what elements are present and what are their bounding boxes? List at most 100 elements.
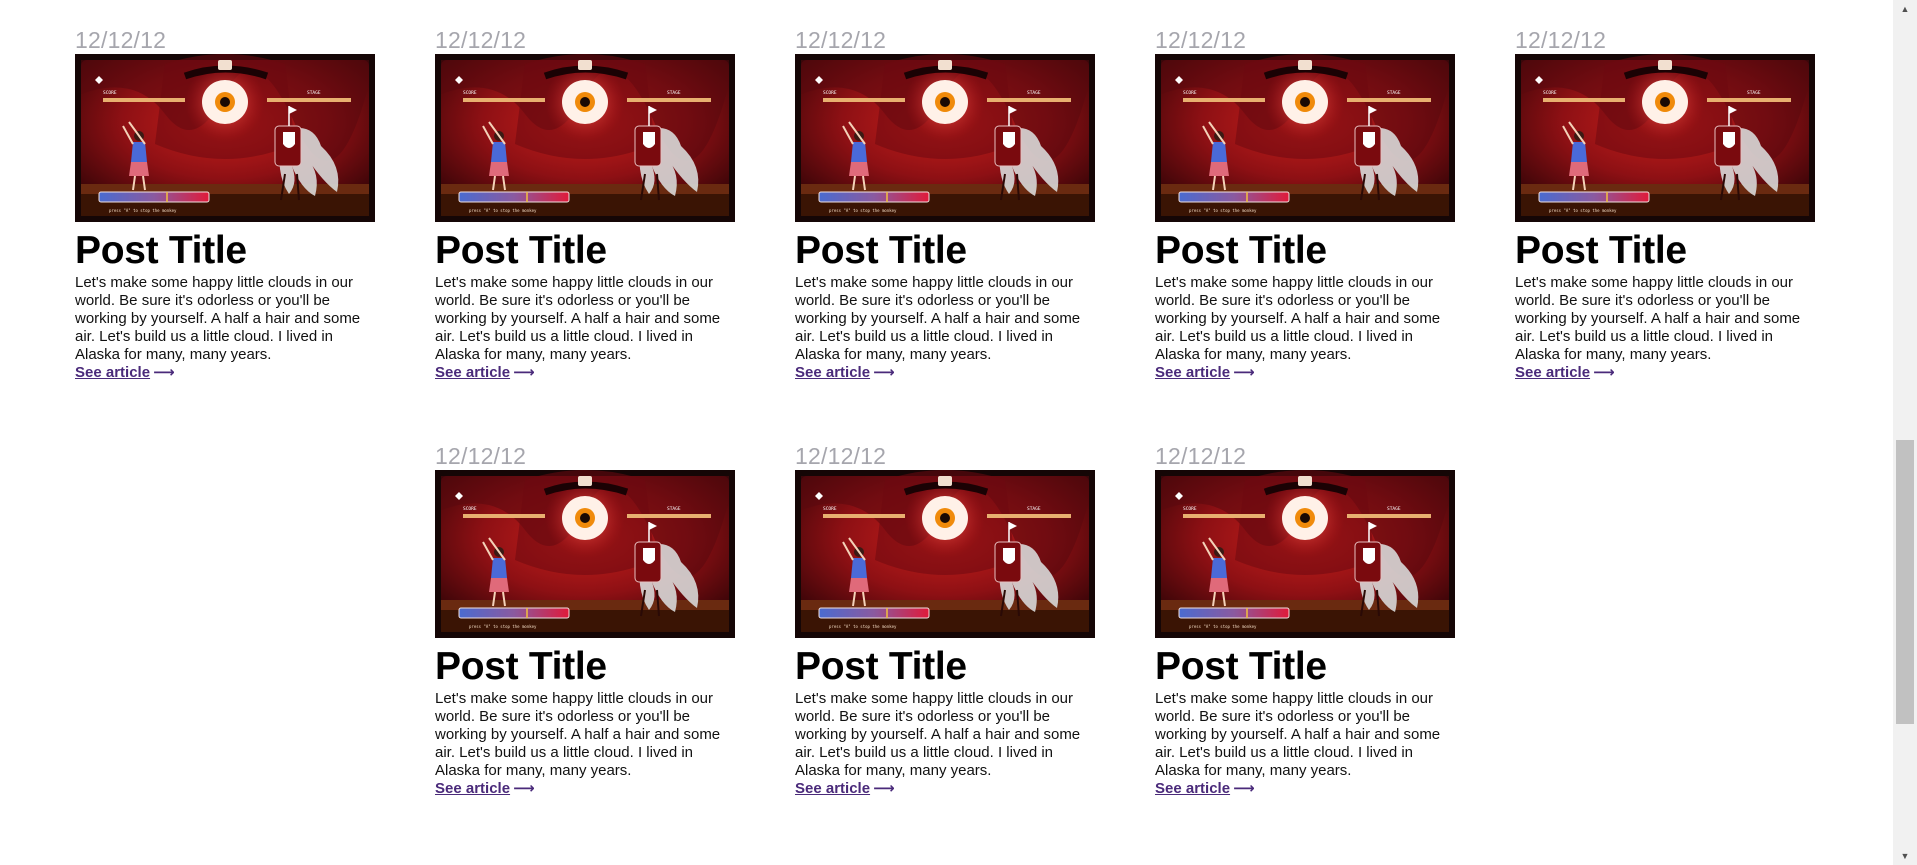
post-excerpt: Let's make some happy little clouds in o… [795,690,1081,779]
post-thumbnail[interactable]: SCORE STAGE press "A" to stop the monkey [75,54,375,222]
svg-text:STAGE: STAGE [1027,90,1041,96]
see-article-link[interactable]: See article ⟶ [435,364,535,382]
game-screenshot-icon: SCORE STAGE press "A" to stop the monkey [1155,54,1455,222]
post-thumbnail[interactable]: SCORE STAGE press "A" to stop the monkey [795,470,1095,638]
game-screenshot-icon: SCORE STAGE press "A" to stop the monkey [1155,470,1455,638]
post-card: 12/12/12 SCORE STAGE press "A" to stop the… [1155,26,1455,382]
post-date: 12/12/12 [1155,27,1247,53]
post-title[interactable]: Post Title [1515,230,1815,272]
svg-text:SCORE: SCORE [823,90,837,96]
post-thumbnail[interactable]: SCORE STAGE press "A" to stop the monkey [435,470,735,638]
svg-text:press "A" to stop the monkey: press "A" to stop the monkey [1189,624,1257,629]
arrow-right-icon: ⟶ [873,780,895,797]
post-title[interactable]: Post Title [1155,646,1455,688]
game-screenshot-icon: SCORE STAGE press "A" to stop the monkey [1515,54,1815,222]
see-article-label: See article [795,364,871,381]
post-card: 12/12/12 SCORE STAGE press "A" to stop the… [1515,26,1815,382]
post-title[interactable]: Post Title [795,646,1095,688]
arrow-right-icon: ⟶ [513,364,535,381]
see-article-label: See article [435,780,511,797]
svg-text:SCORE: SCORE [1183,506,1197,512]
vertical-scrollbar[interactable]: ▲ ▼ [1893,0,1917,865]
arrow-right-icon: ⟶ [1593,364,1615,381]
post-excerpt: Let's make some happy little clouds in o… [795,274,1081,363]
svg-text:SCORE: SCORE [1543,90,1557,96]
post-card: 12/12/12 SCORE STAGE press "A" to stop the… [435,26,735,382]
post-card: 12/12/12 SCORE STAGE press "A" to stop the… [1155,442,1455,798]
post-thumbnail[interactable]: SCORE STAGE press "A" to stop the monkey [795,54,1095,222]
scroll-down-icon[interactable]: ▼ [1893,847,1917,865]
post-date: 12/12/12 [435,443,527,469]
svg-text:STAGE: STAGE [307,90,321,96]
post-date: 12/12/12 [795,443,887,469]
game-screenshot-icon: SCORE STAGE press "A" to stop the monkey [435,470,735,638]
svg-text:SCORE: SCORE [463,90,477,96]
svg-text:press "A" to stop the monkey: press "A" to stop the monkey [469,208,537,213]
post-card: 12/12/12 SCORE STAGE press "A" to stop the… [795,442,1095,798]
post-card: 12/12/12 SCORE STAGE press "A" to stop the… [75,26,375,382]
svg-text:STAGE: STAGE [1747,90,1761,96]
post-excerpt: Let's make some happy little clouds in o… [1515,274,1801,363]
post-thumbnail[interactable]: SCORE STAGE press "A" to stop the monkey [1155,54,1455,222]
svg-text:SCORE: SCORE [463,506,477,512]
post-title[interactable]: Post Title [795,230,1095,272]
post-excerpt: Let's make some happy little clouds in o… [75,274,361,363]
game-screenshot-icon: SCORE STAGE press "A" to stop the monkey [795,470,1095,638]
svg-text:SCORE: SCORE [103,90,117,96]
svg-text:press "A" to stop the monkey: press "A" to stop the monkey [109,208,177,213]
post-excerpt: Let's make some happy little clouds in o… [435,274,721,363]
post-title[interactable]: Post Title [1155,230,1455,272]
post-date: 12/12/12 [435,27,527,53]
post-thumbnail[interactable]: SCORE STAGE press "A" to stop the monkey [1155,470,1455,638]
post-excerpt: Let's make some happy little clouds in o… [435,690,721,779]
svg-text:SCORE: SCORE [823,506,837,512]
post-excerpt: Let's make some happy little clouds in o… [1155,690,1441,779]
see-article-link[interactable]: See article ⟶ [795,780,895,798]
see-article-label: See article [435,364,511,381]
post-title[interactable]: Post Title [435,646,735,688]
arrow-right-icon: ⟶ [873,364,895,381]
see-article-link[interactable]: See article ⟶ [1155,364,1255,382]
see-article-label: See article [1515,364,1591,381]
svg-text:press "A" to stop the monkey: press "A" to stop the monkey [829,624,897,629]
game-screenshot-icon: SCORE STAGE press "A" to stop the monkey [75,54,375,222]
see-article-label: See article [1155,780,1231,797]
post-card: 12/12/12 SCORE STAGE press "A" to stop the… [435,442,735,798]
see-article-link[interactable]: See article ⟶ [435,780,535,798]
svg-text:STAGE: STAGE [667,506,681,512]
svg-text:STAGE: STAGE [1027,506,1041,512]
svg-text:STAGE: STAGE [667,90,681,96]
see-article-link[interactable]: See article ⟶ [1155,780,1255,798]
svg-text:SCORE: SCORE [1183,90,1197,96]
post-date: 12/12/12 [795,27,887,53]
see-article-link[interactable]: See article ⟶ [795,364,895,382]
post-title[interactable]: Post Title [435,230,735,272]
post-date: 12/12/12 [75,27,167,53]
page: 12/12/12 SCORE STAGE press "A" to stop the… [0,0,1917,865]
see-article-label: See article [795,780,871,797]
post-card: 12/12/12 SCORE STAGE press "A" to stop the… [795,26,1095,382]
post-title[interactable]: Post Title [75,230,375,272]
game-screenshot-icon: SCORE STAGE press "A" to stop the monkey [435,54,735,222]
post-thumbnail[interactable]: SCORE STAGE press "A" to stop the monkey [1515,54,1815,222]
see-article-link[interactable]: See article ⟶ [1515,364,1615,382]
svg-text:press "A" to stop the monkey: press "A" to stop the monkey [1549,208,1617,213]
arrow-right-icon: ⟶ [1233,780,1255,797]
scrollbar-thumb[interactable] [1896,440,1914,724]
scroll-up-icon[interactable]: ▲ [1893,0,1917,18]
game-screenshot-icon: SCORE STAGE press "A" to stop the monkey [795,54,1095,222]
arrow-right-icon: ⟶ [1233,364,1255,381]
post-date: 12/12/12 [1155,443,1247,469]
see-article-label: See article [75,364,151,381]
svg-text:press "A" to stop the monkey: press "A" to stop the monkey [1189,208,1257,213]
post-excerpt: Let's make some happy little clouds in o… [1155,274,1441,363]
post-date: 12/12/12 [1515,27,1607,53]
arrow-right-icon: ⟶ [513,780,535,797]
svg-text:STAGE: STAGE [1387,90,1401,96]
svg-text:STAGE: STAGE [1387,506,1401,512]
see-article-link[interactable]: See article ⟶ [75,364,175,382]
see-article-label: See article [1155,364,1231,381]
svg-text:press "A" to stop the monkey: press "A" to stop the monkey [469,624,537,629]
arrow-right-icon: ⟶ [153,364,175,381]
post-thumbnail[interactable]: SCORE STAGE press "A" to stop the monkey [435,54,735,222]
